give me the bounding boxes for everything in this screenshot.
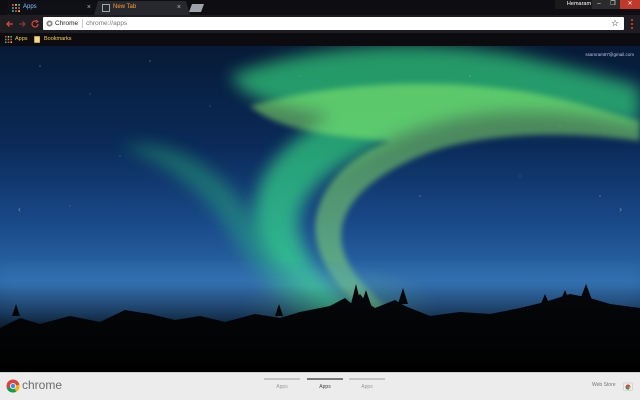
site-label: Chrome — [55, 20, 79, 27]
new-tab-page-icon — [102, 4, 110, 12]
tab-label: Apps — [23, 4, 37, 10]
apps-grid-icon — [12, 4, 20, 12]
tab-close-icon[interactable]: × — [87, 1, 91, 14]
chrome-wordmark: chrome — [22, 378, 63, 392]
chrome-logo-icon — [6, 379, 20, 393]
back-arrow-icon[interactable] — [4, 17, 16, 31]
page-indicator-bar — [264, 378, 300, 380]
web-store-link[interactable]: Web Store — [592, 382, 616, 388]
apps-page-content: ssamram87@gmail.com ‹ › — [0, 46, 640, 372]
prev-page-arrow-icon[interactable]: ‹ — [18, 204, 21, 214]
page-tab-label: Apps — [361, 384, 373, 390]
reload-icon[interactable] — [29, 17, 41, 31]
bookmarks-bar: Apps Bookmarks — [0, 33, 640, 46]
close-window-button[interactable]: ✕ — [620, 0, 640, 9]
signed-in-email[interactable]: ssamram87@gmail.com — [585, 52, 634, 57]
page-tab-label: Apps — [319, 384, 331, 390]
page-switcher-tab[interactable]: Apps — [264, 378, 300, 390]
bookmark-label: Apps — [15, 36, 28, 42]
tab-apps[interactable]: Apps × — [4, 1, 100, 15]
aurora-background-image — [0, 46, 640, 372]
tab-new-tab[interactable]: New Tab × — [94, 1, 190, 15]
web-store-icon[interactable] — [623, 381, 633, 391]
omnibox-divider — [82, 19, 83, 28]
page-indicator-bar — [307, 378, 343, 380]
page-switcher-tab[interactable]: Apps — [349, 378, 385, 390]
page-tab-label: Apps — [276, 384, 288, 390]
tab-label: New Tab — [113, 4, 137, 10]
address-bar[interactable]: Chrome chrome://apps ☆ — [43, 17, 624, 30]
maximize-button[interactable]: ❐ — [606, 0, 620, 9]
folder-icon — [34, 36, 40, 43]
toolbar: Chrome chrome://apps ☆ — [0, 15, 640, 33]
page-switcher-tab-active[interactable]: Apps — [307, 378, 343, 390]
minimize-button[interactable]: – — [592, 0, 606, 9]
tab-strip: Apps × New Tab × Hemaram – ❐ ✕ — [0, 0, 640, 15]
bookmark-folder-bookmarks[interactable]: Bookmarks — [34, 33, 72, 46]
menu-icon[interactable] — [628, 18, 636, 30]
bookmark-star-icon[interactable]: ☆ — [611, 18, 619, 29]
bookmark-apps[interactable]: Apps — [5, 33, 28, 46]
forward-arrow-icon[interactable] — [16, 17, 28, 31]
url-text[interactable]: chrome://apps — [86, 17, 127, 30]
apps-grid-icon — [5, 36, 12, 43]
apps-page-footer: chrome Apps Apps Apps Web Store — [0, 372, 640, 400]
chrome-page-icon — [46, 20, 53, 27]
new-tab-button[interactable] — [189, 4, 204, 12]
bookmark-label: Bookmarks — [44, 36, 72, 42]
next-page-arrow-icon[interactable]: › — [619, 204, 622, 214]
page-indicator-bar — [349, 378, 385, 380]
tab-close-icon[interactable]: × — [177, 1, 181, 14]
